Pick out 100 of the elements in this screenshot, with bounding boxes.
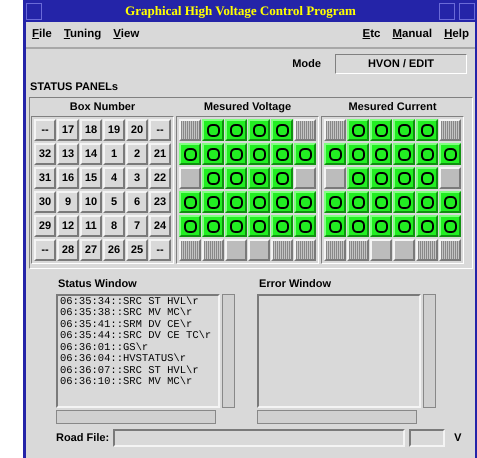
box-number-button[interactable]: 23 xyxy=(149,191,171,214)
window-menu-button[interactable] xyxy=(26,2,42,20)
status-indicator[interactable] xyxy=(225,191,247,214)
status-indicator[interactable] xyxy=(271,143,293,166)
status-indicator[interactable] xyxy=(179,143,201,166)
status-indicator[interactable] xyxy=(248,191,270,214)
status-indicator[interactable] xyxy=(324,143,346,166)
status-indicator[interactable] xyxy=(248,143,270,166)
box-number-button[interactable]: 5 xyxy=(103,191,125,214)
status-indicator[interactable] xyxy=(202,167,224,190)
status-indicator[interactable] xyxy=(416,191,438,214)
menu-item[interactable]: Manual xyxy=(392,28,432,42)
status-indicator[interactable] xyxy=(370,215,392,238)
status-indicator[interactable] xyxy=(294,143,316,166)
status-indicator[interactable] xyxy=(416,215,438,238)
vertical-scrollbar[interactable] xyxy=(222,294,235,408)
box-number-button[interactable]: 13 xyxy=(57,143,79,166)
box-number-button[interactable]: 30 xyxy=(34,191,56,214)
status-indicator[interactable] xyxy=(225,143,247,166)
status-indicator[interactable] xyxy=(439,215,461,238)
vertical-scrollbar[interactable] xyxy=(423,294,436,408)
box-number-button[interactable]: 28 xyxy=(57,239,79,262)
status-indicator[interactable] xyxy=(347,191,369,214)
box-number-button[interactable]: 17 xyxy=(57,119,79,142)
status-indicator[interactable] xyxy=(271,119,293,142)
box-number-button[interactable]: 12 xyxy=(57,215,79,238)
status-indicator[interactable] xyxy=(416,119,438,142)
box-number-button[interactable]: 3 xyxy=(126,167,148,190)
box-number-button[interactable]: -- xyxy=(149,239,171,262)
box-number-button[interactable]: 24 xyxy=(149,215,171,238)
box-number-button[interactable]: 9 xyxy=(57,191,79,214)
status-indicator[interactable] xyxy=(393,119,415,142)
status-indicator[interactable] xyxy=(225,215,247,238)
status-indicator[interactable] xyxy=(393,191,415,214)
box-number-button[interactable]: 11 xyxy=(80,215,102,238)
status-indicator[interactable] xyxy=(439,143,461,166)
box-number-button[interactable]: 16 xyxy=(57,167,79,190)
box-number-button[interactable]: 15 xyxy=(80,167,102,190)
status-indicator[interactable] xyxy=(179,215,201,238)
status-indicator[interactable] xyxy=(248,215,270,238)
box-number-button[interactable]: 14 xyxy=(80,143,102,166)
status-indicator[interactable] xyxy=(225,119,247,142)
box-number-button[interactable]: 31 xyxy=(34,167,56,190)
status-indicator[interactable] xyxy=(347,119,369,142)
status-indicator[interactable] xyxy=(324,215,346,238)
box-number-button[interactable]: 19 xyxy=(103,119,125,142)
status-indicator[interactable] xyxy=(347,167,369,190)
box-number-button[interactable]: 27 xyxy=(80,239,102,262)
status-indicator[interactable] xyxy=(347,215,369,238)
status-indicator[interactable] xyxy=(225,167,247,190)
status-indicator[interactable] xyxy=(248,167,270,190)
status-indicator[interactable] xyxy=(416,167,438,190)
status-indicator[interactable] xyxy=(347,143,369,166)
status-indicator[interactable] xyxy=(202,143,224,166)
status-indicator[interactable] xyxy=(202,191,224,214)
status-indicator[interactable] xyxy=(202,119,224,142)
box-number-button[interactable]: -- xyxy=(149,119,171,142)
horizontal-scrollbar[interactable] xyxy=(56,410,216,424)
box-number-button[interactable]: 20 xyxy=(126,119,148,142)
box-number-button[interactable]: 2 xyxy=(126,143,148,166)
box-number-button[interactable]: 4 xyxy=(103,167,125,190)
status-indicator[interactable] xyxy=(439,191,461,214)
menu-item[interactable]: View xyxy=(113,28,140,42)
box-number-button[interactable]: 32 xyxy=(34,143,56,166)
box-number-button[interactable]: 8 xyxy=(103,215,125,238)
box-number-button[interactable]: 6 xyxy=(126,191,148,214)
box-number-button[interactable]: -- xyxy=(34,119,56,142)
status-indicator[interactable] xyxy=(370,119,392,142)
box-number-button[interactable]: 1 xyxy=(103,143,125,166)
status-indicator[interactable] xyxy=(393,167,415,190)
box-number-button[interactable]: 21 xyxy=(149,143,171,166)
voltage-field[interactable] xyxy=(409,428,446,447)
box-number-button[interactable]: 25 xyxy=(126,239,148,262)
minimize-button[interactable] xyxy=(439,2,455,20)
horizontal-scrollbar[interactable] xyxy=(257,410,417,424)
status-indicator[interactable] xyxy=(370,143,392,166)
status-indicator[interactable] xyxy=(294,215,316,238)
status-indicator[interactable] xyxy=(271,215,293,238)
status-indicator[interactable] xyxy=(179,191,201,214)
status-indicator[interactable] xyxy=(324,191,346,214)
status-indicator[interactable] xyxy=(248,119,270,142)
box-number-button[interactable]: 26 xyxy=(103,239,125,262)
box-number-button[interactable]: 10 xyxy=(80,191,102,214)
status-indicator[interactable] xyxy=(370,167,392,190)
menu-item[interactable]: Help xyxy=(444,28,469,42)
box-number-button[interactable]: 22 xyxy=(149,167,171,190)
status-indicator[interactable] xyxy=(370,191,392,214)
status-indicator[interactable] xyxy=(393,215,415,238)
status-indicator[interactable] xyxy=(294,191,316,214)
box-number-button[interactable]: 29 xyxy=(34,215,56,238)
box-number-button[interactable]: 7 xyxy=(126,215,148,238)
maximize-button[interactable] xyxy=(459,2,475,20)
box-number-button[interactable]: -- xyxy=(34,239,56,262)
status-indicator[interactable] xyxy=(202,215,224,238)
status-indicator[interactable] xyxy=(271,191,293,214)
status-indicator[interactable] xyxy=(393,143,415,166)
road-file-field[interactable] xyxy=(113,428,406,447)
box-number-button[interactable]: 18 xyxy=(80,119,102,142)
status-indicator[interactable] xyxy=(416,143,438,166)
menu-item[interactable]: File xyxy=(32,28,52,42)
